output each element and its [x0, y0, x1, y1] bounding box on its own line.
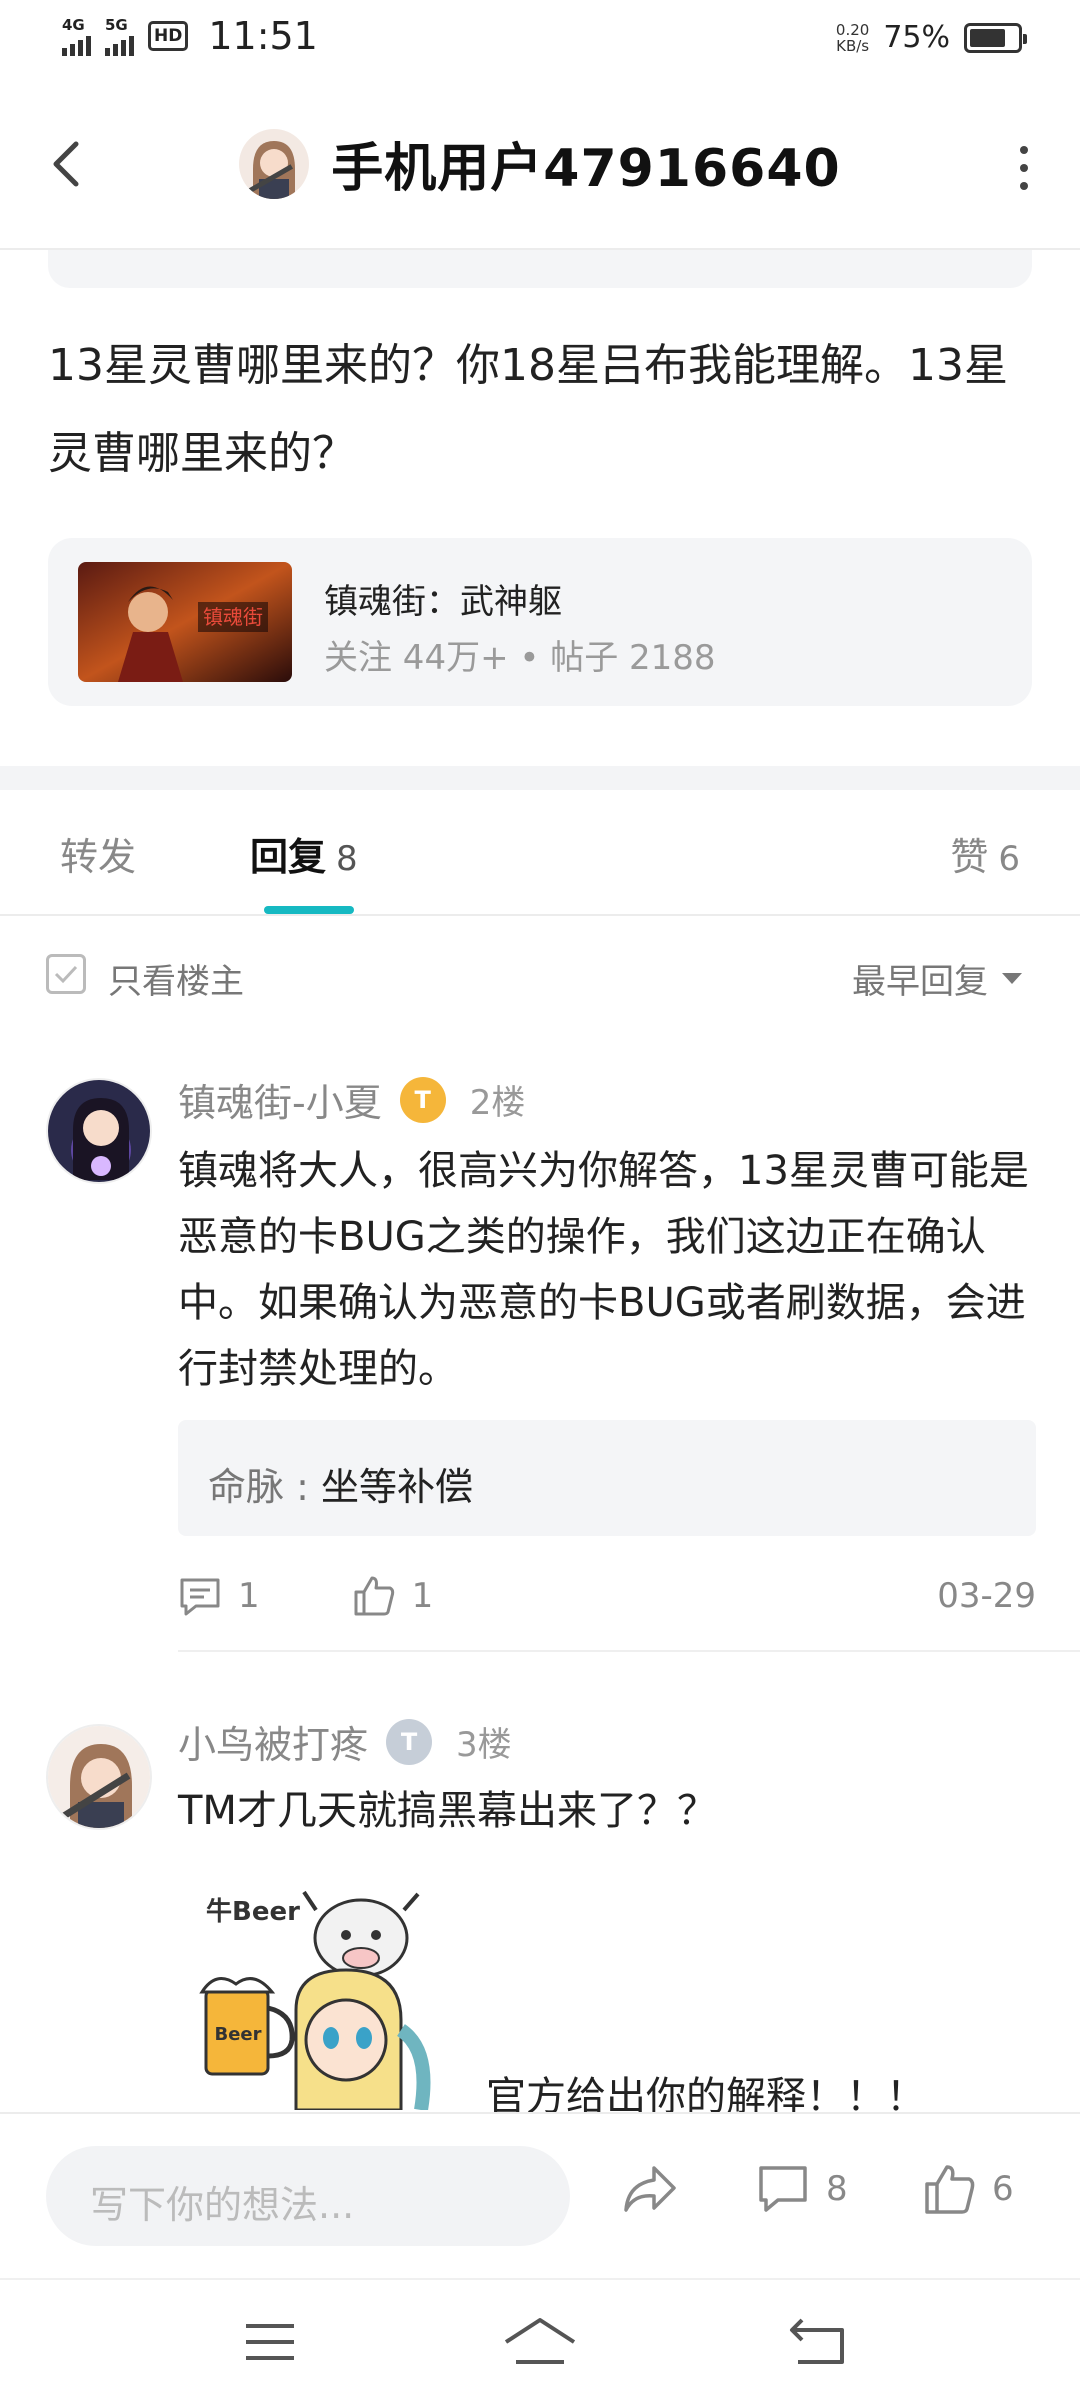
- active-tab-indicator: [264, 906, 354, 914]
- reply-quote[interactable]: 命脉 : 坐等补偿: [178, 1420, 1036, 1536]
- level-badge-icon: T: [386, 1718, 433, 1765]
- forum-thumbnail: 镇魂街: [78, 562, 292, 682]
- reply-avatar[interactable]: [46, 1724, 152, 1830]
- comment-count: 1: [238, 1576, 260, 1616]
- quote-author: 命脉: [208, 1465, 285, 1509]
- share-icon: [624, 2166, 676, 2212]
- signal-5g-icon: 5G: [105, 16, 134, 56]
- svg-text:牛Beer: 牛Beer: [206, 1897, 300, 1927]
- check-icon: [54, 965, 78, 984]
- section-divider: [0, 766, 1080, 790]
- reply-username[interactable]: 镇魂街-小夏: [178, 1072, 382, 1127]
- home-button[interactable]: [500, 2312, 580, 2372]
- thumbs-up-icon: [354, 1576, 394, 1616]
- reply-divider: [178, 1650, 1080, 1652]
- filter-bar: 只看楼主 最早回复: [0, 918, 1080, 1038]
- bottom-like-button[interactable]: 6: [922, 2162, 1014, 2216]
- comment-input[interactable]: 写下你的想法...: [46, 2146, 570, 2246]
- sort-label: 最早回复: [852, 962, 988, 1002]
- tab-forward-label: 转发: [60, 835, 137, 879]
- like-count: 1: [411, 1576, 434, 1616]
- back-arrow-icon: [790, 2318, 844, 2364]
- forum-name: 镇魂街：武神躯: [324, 582, 562, 622]
- thumbs-up-icon: [925, 2165, 975, 2214]
- like-button[interactable]: 1: [352, 1574, 434, 1618]
- more-options-button[interactable]: [1014, 146, 1034, 190]
- post-content: 13星灵曹哪里来的？你18星吕布我能理解。13星灵曹哪里来的？: [48, 340, 1008, 479]
- sticker-caption: 官方给出你的解释！！！: [486, 2074, 926, 2112]
- comment-icon: [759, 2166, 807, 2212]
- tab-forward[interactable]: 转发: [60, 826, 136, 881]
- tab-like-label: 赞: [950, 835, 989, 879]
- caret-down-icon: [1002, 973, 1022, 984]
- reply-content: 镇魂将大人，很高兴为你解答，13星灵曹可能是恶意的卡BUG之类的操作，我们这边正…: [178, 1148, 1029, 1392]
- bottom-like-count: 6: [992, 2169, 1014, 2209]
- share-button[interactable]: [620, 2162, 680, 2216]
- only-op-label[interactable]: 只看楼主: [108, 954, 244, 1003]
- tab-reply-label: 回复: [250, 835, 327, 879]
- only-op-checkbox[interactable]: [46, 954, 86, 994]
- reply-tabs: 转发 回复 8 赞6: [0, 790, 1080, 916]
- battery-icon: [964, 22, 1027, 53]
- hd-voice-icon: HD: [148, 21, 189, 51]
- signal-4g-icon: 4G: [62, 16, 91, 56]
- svg-text:镇魂街: 镇魂街: [203, 605, 263, 629]
- menu-button[interactable]: [230, 2312, 310, 2372]
- menu-icon: [246, 2324, 294, 2360]
- home-icon: [504, 2318, 576, 2364]
- net-speed: 0.20 KB/s: [835, 20, 870, 55]
- user-avatar[interactable]: [239, 128, 310, 199]
- svg-text:Beer: Beer: [214, 2024, 261, 2045]
- back-nav-button[interactable]: [780, 2312, 860, 2372]
- reply-content: TM才几天就搞黑幕出来了？？: [178, 1788, 717, 1834]
- forum-card[interactable]: 镇魂街 镇魂街：武神躯 关注 44万+ • 帖子 2188: [48, 538, 1032, 706]
- sticker-image[interactable]: Beer 牛Beer: [196, 1880, 456, 2110]
- page-title: 手机用户47916640: [331, 139, 841, 199]
- tab-like-count: 6: [998, 839, 1020, 879]
- tab-like[interactable]: 赞6: [950, 826, 1020, 881]
- comment-icon: [180, 1578, 220, 1616]
- bottom-comment-button[interactable]: 8: [756, 2162, 848, 2216]
- battery-percent: 75%: [883, 20, 950, 55]
- level-badge-icon: T: [399, 1076, 446, 1123]
- floor-number: 3楼: [456, 1725, 512, 1765]
- reply-username[interactable]: 小鸟被打疼: [178, 1714, 368, 1769]
- system-navigation-bar: [0, 2278, 1080, 2400]
- bottom-action-bar: 写下你的想法... 8 6: [0, 2112, 1080, 2276]
- more-dots-icon: [1020, 146, 1028, 154]
- clock: 11:51: [208, 14, 318, 58]
- bottom-comment-count: 8: [826, 2169, 848, 2209]
- tab-reply-count: 8: [336, 839, 358, 879]
- reply-avatar[interactable]: [46, 1078, 152, 1184]
- sort-dropdown[interactable]: 最早回复: [852, 954, 1022, 1003]
- tab-reply[interactable]: 回复 8: [250, 826, 358, 881]
- quote-text: 坐等补偿: [320, 1465, 473, 1509]
- comment-button[interactable]: 1: [178, 1574, 260, 1618]
- previous-card-tail: [48, 250, 1032, 288]
- status-bar: 4G 5G HD 11:51 0.20 KB/s 75%: [0, 0, 1080, 84]
- forum-stats: 关注 44万+ • 帖子 2188: [324, 638, 716, 678]
- floor-number: 2楼: [469, 1083, 526, 1123]
- reply-date: 03-29: [937, 1576, 1036, 1616]
- top-nav-bar: 手机用户47916640: [0, 84, 1080, 250]
